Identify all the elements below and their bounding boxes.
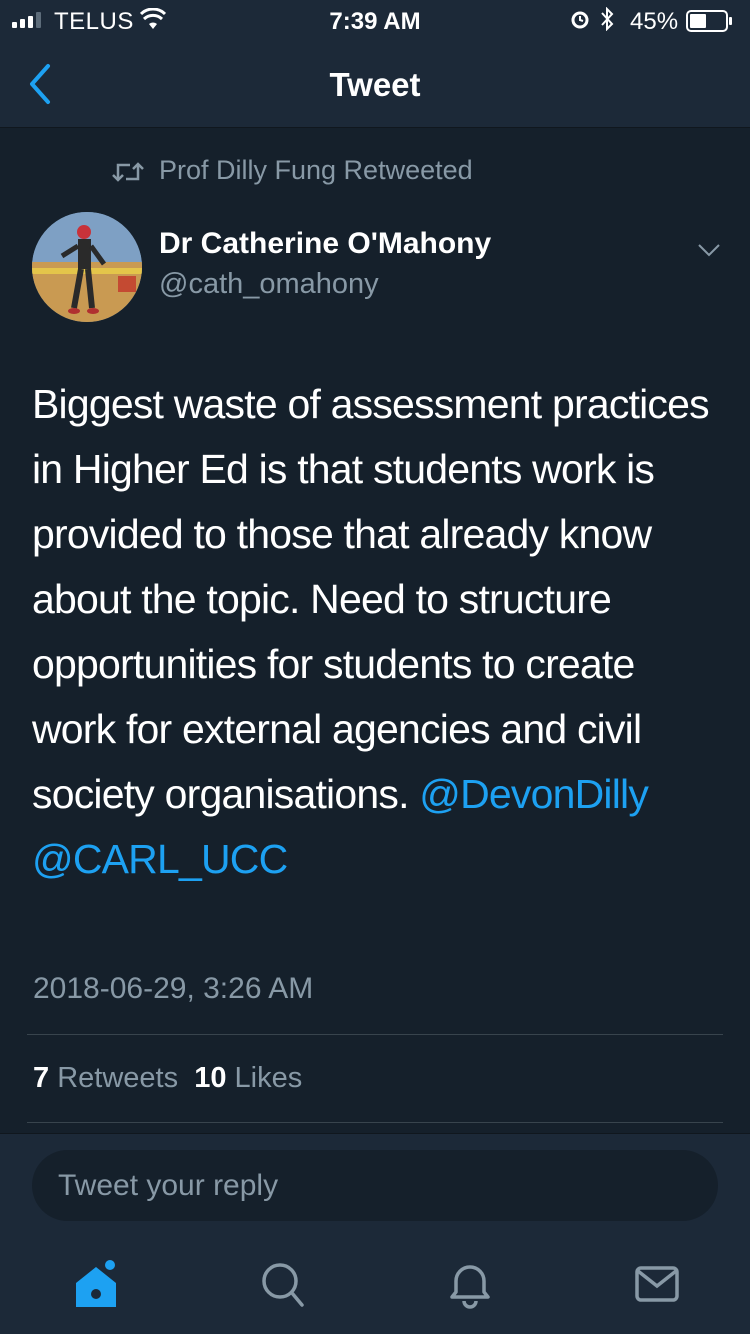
divider [27,1122,723,1123]
retweets-label: Retweets [57,1062,179,1094]
tab-bar [0,1237,750,1334]
battery-icon [686,10,732,32]
search-icon[interactable] [256,1259,312,1311]
home-icon[interactable] [70,1259,126,1311]
chevron-down-icon[interactable] [697,243,721,257]
tweet-text: Biggest waste of assessment practices in… [32,372,722,892]
page-title: Tweet [329,66,421,103]
avatar[interactable] [32,212,142,322]
bluetooth-icon [601,7,614,31]
tweet-timestamp: 2018-06-29, 3:26 AM [33,972,314,1005]
mention-link[interactable]: @CARL_UCC [32,836,288,882]
status-bar: TELUS 7:39 AM 45% [0,0,750,40]
likes-count: 10 [194,1062,227,1094]
author-handle[interactable]: @cath_omahony [159,268,379,301]
author-name[interactable]: Dr Catherine O'Mahony [159,227,491,261]
likes-label: Likes [234,1062,303,1094]
mention-link[interactable]: @DevonDilly [419,771,649,817]
messages-icon[interactable] [630,1259,686,1311]
tweet-stats: 7 Retweets 10 Likes [33,1062,302,1095]
retweets-count: 7 [33,1062,50,1094]
likes-stat[interactable]: 10 Likes [194,1062,302,1094]
notifications-icon[interactable] [442,1259,498,1311]
battery-percent: 45% [630,8,679,35]
tweet-body: Biggest waste of assessment practices in… [32,381,710,817]
reply-input[interactable] [32,1150,718,1221]
retweet-icon [112,162,144,182]
divider [27,1034,723,1035]
nav-bar: Tweet [0,40,750,128]
retweet-context[interactable]: Prof Dilly Fung Retweeted [159,155,473,186]
retweets-stat[interactable]: 7 Retweets [33,1062,178,1094]
reply-bar [0,1133,750,1237]
alarm-icon [571,11,589,29]
